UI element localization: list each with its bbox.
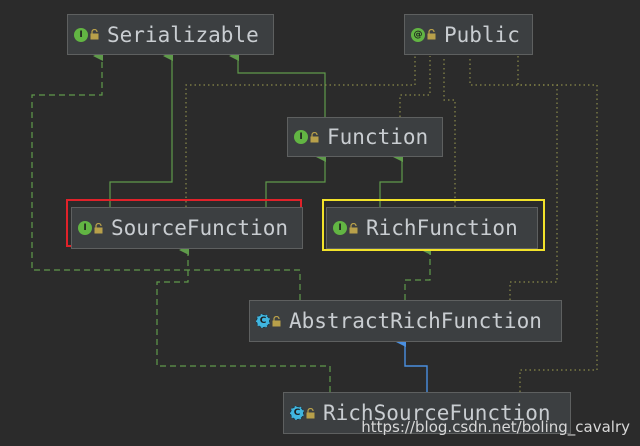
lock-icon: [94, 222, 103, 233]
lock-icon: [90, 29, 99, 40]
node-serializable[interactable]: I Serializable: [67, 14, 274, 55]
edge-abstractrichfunction-to-public: [469, 56, 558, 300]
node-rich-function[interactable]: I RichFunction: [326, 207, 538, 249]
node-public[interactable]: @ Public: [404, 14, 533, 55]
interface-icon: I: [74, 27, 88, 42]
edge-sourcefunction-to-serializable: [109, 51, 173, 207]
node-label: Function: [327, 125, 429, 149]
watermark-text: https://blog.csdn.net/boling_cavalry: [361, 418, 630, 436]
edge-abstractrichfunction-to-serializable: [31, 51, 301, 300]
edge-abstractrichfunction-to-richfunction: [404, 245, 431, 300]
interface-icon: I: [333, 221, 347, 235]
edge-function-to-public: [399, 56, 431, 117]
node-source-function[interactable]: I SourceFunction: [71, 207, 303, 249]
edge-richfunction-to-public: [443, 56, 456, 207]
edge-richsourcefunction-to-abstractrichfunction: [396, 337, 428, 392]
node-label: AbstractRichFunction: [289, 309, 542, 333]
edge-function-to-serializable: [229, 51, 326, 117]
node-function[interactable]: I Function: [287, 117, 443, 157]
lock-icon: [427, 29, 436, 40]
node-label: Public: [444, 22, 520, 47]
lock-icon: [349, 222, 358, 233]
node-label: Serializable: [107, 22, 259, 47]
node-label: SourceFunction: [111, 216, 289, 240]
node-label: RichFunction: [366, 216, 518, 240]
node-abstract-rich-function[interactable]: C AbstractRichFunction: [249, 300, 562, 342]
annotation-icon: @: [411, 27, 425, 42]
interface-icon: I: [294, 130, 308, 144]
lock-icon: [306, 407, 315, 418]
lock-icon: [310, 131, 319, 142]
abstract-class-icon: C: [256, 314, 270, 328]
interface-icon: I: [78, 221, 92, 235]
lock-icon: [272, 315, 281, 326]
abstract-class-icon: C: [290, 406, 304, 420]
